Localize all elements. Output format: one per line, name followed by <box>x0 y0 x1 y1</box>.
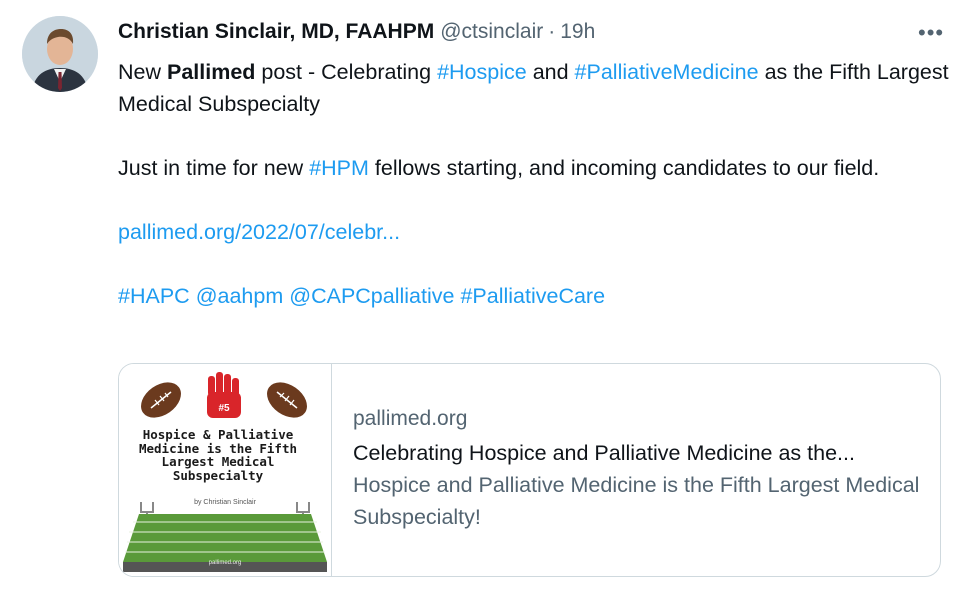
card-domain: pallimed.org <box>353 407 468 430</box>
tweet-text: New Pallimed post - Celebrating #Hospice… <box>118 56 958 312</box>
tweet: Christian Sinclair, MD, FAAHPM @ctsincla… <box>118 18 958 312</box>
author-name[interactable]: Christian Sinclair, MD, FAAHPM <box>118 18 434 46</box>
link-preview-card[interactable]: #5 Hospice & Palliative Medicine is the … <box>118 363 941 577</box>
separator: · <box>548 20 556 43</box>
avatar-photo <box>22 16 98 92</box>
card-description: Hospice and Palliative Medicine is the F… <box>353 473 920 529</box>
text-segment: and <box>526 60 575 84</box>
hashtag-hospice[interactable]: #Hospice <box>437 60 527 84</box>
hashtag-palliative-medicine[interactable]: #PalliativeMedicine <box>575 60 759 84</box>
card-title: Celebrating Hospice and Palliative Medic… <box>353 441 855 465</box>
football-left-icon <box>141 382 181 418</box>
thumbnail-title: Hospice & Palliative Medicine is the Fif… <box>138 427 298 483</box>
text-segment: post - Celebrating <box>255 60 438 84</box>
football-right-icon <box>267 382 307 418</box>
author-handle[interactable]: @ctsinclair <box>440 18 543 46</box>
mention-aahpm[interactable]: @aahpm <box>196 284 284 308</box>
hashtag-hapc[interactable]: #HAPC <box>118 284 190 308</box>
tweet-tags-line: #HAPC @aahpm @CAPCpalliative #Palliative… <box>118 280 958 312</box>
tweet-link[interactable]: pallimed.org/2022/07/celebr... <box>118 220 400 244</box>
card-body: pallimed.org Celebrating Hospice and Pal… <box>332 364 933 576</box>
tweet-paragraph-2: Just in time for new #HPM fellows starti… <box>118 152 958 184</box>
text-segment: fellows starting, and incoming candidate… <box>368 156 880 180</box>
thumbnail-domain: pallimed.org <box>208 560 242 566</box>
text-segment: Just in time for new <box>118 156 310 180</box>
glove-number: #5 <box>218 403 230 414</box>
author-avatar[interactable] <box>22 16 98 92</box>
tweet-paragraph-1: New Pallimed post - Celebrating #Hospice… <box>118 56 958 120</box>
hashtag-palliative-care[interactable]: #PalliativeCare <box>460 284 605 308</box>
tweet-header: Christian Sinclair, MD, FAAHPM @ctsincla… <box>118 18 958 46</box>
thumbnail-byline: by Christian Sinclair <box>194 499 256 506</box>
text-segment: New <box>118 60 167 84</box>
timestamp[interactable]: 19h <box>560 18 595 46</box>
hashtag-hpm[interactable]: #HPM <box>309 156 369 180</box>
mention-capcpalliative[interactable]: @CAPCpalliative <box>289 284 454 308</box>
card-thumbnail: #5 Hospice & Palliative Medicine is the … <box>119 364 332 576</box>
text-bold-pallimed: Pallimed <box>166 60 256 84</box>
